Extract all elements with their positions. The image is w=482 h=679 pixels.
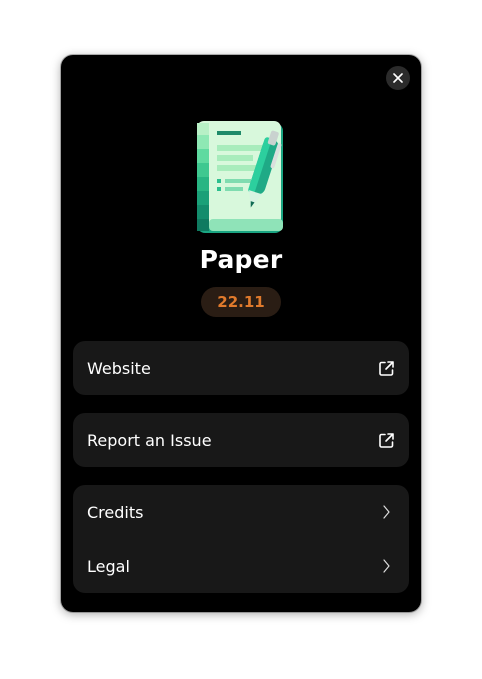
chevron-right-icon (377, 557, 395, 575)
app-name: Paper (199, 245, 283, 274)
credits-row[interactable]: Credits (73, 485, 409, 539)
external-link-icon (377, 431, 395, 449)
chevron-right-icon (377, 503, 395, 521)
legal-row[interactable]: Legal (73, 539, 409, 593)
website-row[interactable]: Website (73, 341, 409, 395)
report-issue-label: Report an Issue (87, 430, 212, 450)
report-issue-row[interactable]: Report an Issue (73, 413, 409, 467)
external-link-icon (377, 359, 395, 377)
credits-label: Credits (87, 502, 144, 522)
report-issue-card: Report an Issue (73, 413, 409, 467)
website-label: Website (87, 358, 151, 378)
about-dialog: Paper 22.11 Website Report an Issue Cred… (61, 55, 421, 612)
legal-label: Legal (87, 556, 130, 576)
close-icon (393, 73, 403, 83)
navigation-card: Credits Legal (73, 485, 409, 593)
version-badge: 22.11 (201, 287, 281, 317)
close-button[interactable] (386, 66, 410, 90)
website-card: Website (73, 341, 409, 395)
paper-app-icon (197, 121, 283, 233)
